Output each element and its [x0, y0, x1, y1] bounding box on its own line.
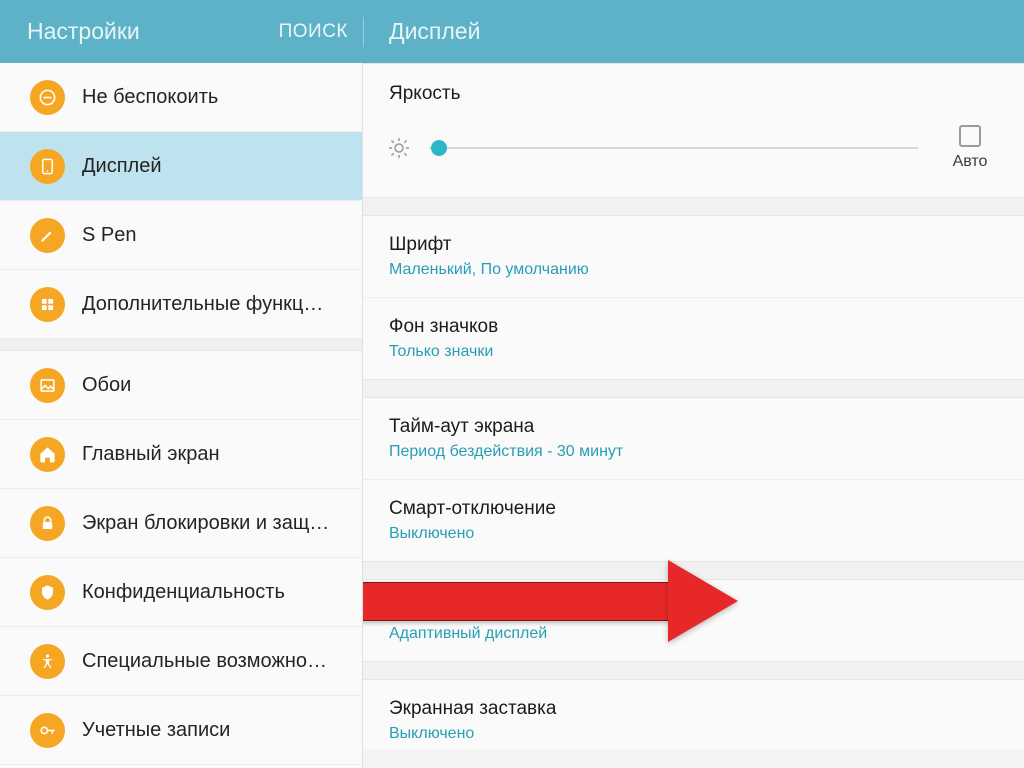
sidebar-item-lockscreen[interactable]: Экран блокировки и защ…: [0, 489, 362, 558]
row-title: Фон значков: [389, 316, 998, 338]
sidebar-item-accessibility[interactable]: Специальные возможно…: [0, 627, 362, 696]
gap: [363, 662, 1024, 679]
row-screensaver[interactable]: Экранная заставка Выключено: [363, 680, 1024, 749]
dnd-icon: [30, 80, 65, 115]
sidebar-item-label: Не беспокоить: [82, 86, 218, 109]
sidebar-item-label: Дисплей: [82, 155, 162, 178]
detail-pane-title: Дисплей: [389, 18, 480, 45]
row-title: Тайм-аут экрана: [389, 416, 998, 438]
row-font[interactable]: Шрифт Маленький, По умолчанию: [363, 216, 1024, 298]
sidebar-item-dnd[interactable]: Не беспокоить: [0, 63, 362, 132]
home-icon: [30, 437, 65, 472]
top-bar-left: Настройки ПОИСК: [0, 0, 363, 63]
advanced-icon: [30, 287, 65, 322]
slider-thumb[interactable]: [431, 140, 447, 156]
sidebar-item-label: Экран блокировки и защ…: [82, 512, 329, 535]
auto-brightness-checkbox[interactable]: [959, 125, 981, 147]
row-title: Экранная заставка: [389, 698, 998, 720]
search-button[interactable]: ПОИСК: [279, 21, 348, 43]
sidebar-item-label: Дополнительные функц…: [82, 293, 323, 316]
gap: [363, 380, 1024, 397]
row-screen-mode[interactable]: Режим экрана Адаптивный дисплей: [363, 580, 1024, 661]
accessibility-icon: [30, 644, 65, 679]
brightness-sun-icon: [387, 136, 411, 160]
row-sub: Выключено: [389, 525, 998, 543]
top-bar-right: Дисплей: [364, 18, 1024, 45]
sidebar-item-advanced[interactable]: Дополнительные функц…: [0, 270, 362, 339]
sidebar-item-privacy[interactable]: Конфиденциальность: [0, 558, 362, 627]
row-title: Шрифт: [389, 234, 998, 256]
row-title: Режим экрана: [389, 598, 998, 620]
display-icon: [30, 149, 65, 184]
screensaver-group: Экранная заставка Выключено: [363, 679, 1024, 749]
pen-icon: [30, 218, 65, 253]
sidebar-item-label: Специальные возможно…: [82, 650, 327, 673]
sidebar: Не беспокоить Дисплей S Pen Дополнительн…: [0, 63, 363, 768]
brightness-row: Авто: [363, 115, 1024, 198]
slider-track: [429, 147, 918, 149]
settings-screen: Настройки ПОИСК Дисплей Не беспокоить Ди…: [0, 0, 1024, 768]
row-sub: Выключено: [389, 725, 998, 743]
sidebar-item-wallpaper[interactable]: Обои: [0, 351, 362, 420]
brightness-label: Яркость: [363, 63, 1024, 115]
gap: [363, 562, 1024, 579]
font-group: Шрифт Маленький, По умолчанию Фон значко…: [363, 215, 1024, 380]
body: Не беспокоить Дисплей S Pen Дополнительн…: [0, 63, 1024, 768]
sidebar-item-display[interactable]: Дисплей: [0, 132, 362, 201]
sidebar-item-label: Главный экран: [82, 443, 220, 466]
row-sub: Только значки: [389, 343, 998, 361]
sidebar-gap: [0, 339, 362, 351]
sidebar-item-label: Конфиденциальность: [82, 581, 285, 604]
top-bar: Настройки ПОИСК Дисплей: [0, 0, 1024, 63]
gap: [363, 198, 1024, 215]
row-smart-stay[interactable]: Смарт-отключение Выключено: [363, 480, 1024, 561]
row-title: Смарт-отключение: [389, 498, 998, 520]
sidebar-item-spen[interactable]: S Pen: [0, 201, 362, 270]
app-title: Настройки: [27, 18, 140, 45]
auto-brightness[interactable]: Авто: [940, 125, 1000, 171]
row-sub: Период бездействия - 30 минут: [389, 443, 998, 461]
wallpaper-icon: [30, 368, 65, 403]
sidebar-item-label: S Pen: [82, 224, 136, 247]
sidebar-item-label: Учетные записи: [82, 719, 230, 742]
row-icon-background[interactable]: Фон значков Только значки: [363, 298, 1024, 379]
row-sub: Маленький, По умолчанию: [389, 261, 998, 279]
detail-pane: Яркость Авто Шрифт Ма: [363, 63, 1024, 768]
sidebar-item-label: Обои: [82, 374, 131, 397]
sidebar-item-home[interactable]: Главный экран: [0, 420, 362, 489]
row-screen-timeout[interactable]: Тайм-аут экрана Период бездействия - 30 …: [363, 398, 1024, 480]
sidebar-item-accounts[interactable]: Учетные записи: [0, 696, 362, 765]
timeout-group: Тайм-аут экрана Период бездействия - 30 …: [363, 397, 1024, 562]
mode-group: Режим экрана Адаптивный дисплей: [363, 579, 1024, 662]
key-icon: [30, 713, 65, 748]
auto-brightness-label: Авто: [953, 153, 988, 171]
brightness-slider[interactable]: [429, 136, 918, 160]
privacy-icon: [30, 575, 65, 610]
lock-icon: [30, 506, 65, 541]
row-sub: Адаптивный дисплей: [389, 625, 998, 643]
